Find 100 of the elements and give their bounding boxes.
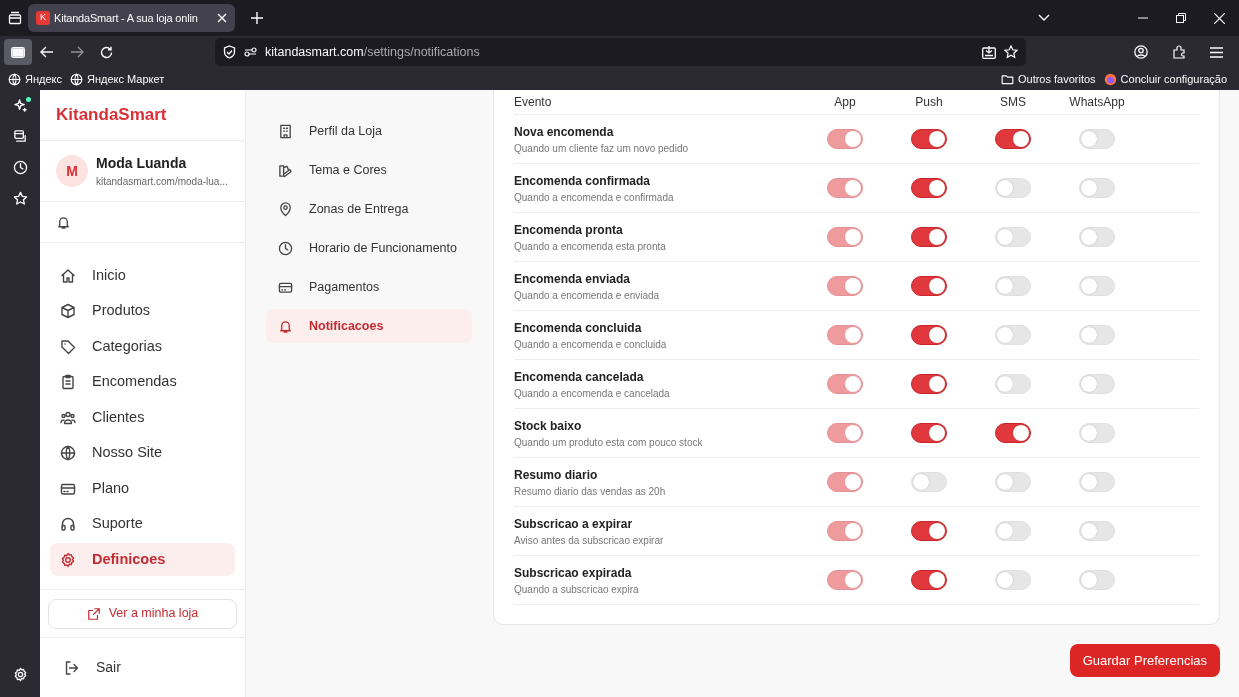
settings-nav-item[interactable]: Perfil da Loja bbox=[266, 114, 472, 148]
nav-item[interactable]: Definicoes bbox=[50, 543, 235, 576]
site-settings-icon[interactable] bbox=[244, 47, 257, 57]
event-description: Resumo diario das vendas as 20h bbox=[514, 484, 667, 499]
bell-icon[interactable] bbox=[56, 214, 71, 230]
toggle-switch[interactable] bbox=[995, 423, 1031, 443]
event-description: Quando um cliente faz um novo pedido bbox=[514, 141, 689, 156]
extensions-icon[interactable] bbox=[1172, 45, 1186, 59]
event-description: Quando a encomenda e concluida bbox=[514, 337, 668, 352]
tab-list-icon[interactable] bbox=[8, 11, 22, 25]
nav-item[interactable]: Clientes bbox=[50, 401, 235, 434]
bookmark-link[interactable]: Outros favoritos bbox=[1000, 70, 1096, 88]
new-tab-icon[interactable] bbox=[251, 12, 263, 24]
address-bar[interactable]: kitandasmart.com/settings/notifications bbox=[215, 38, 1026, 66]
history-icon[interactable] bbox=[12, 160, 28, 175]
store-avatar: M bbox=[56, 155, 88, 187]
sync-tabs-icon[interactable] bbox=[12, 129, 28, 144]
settings-nav-item[interactable]: Pagamentos bbox=[266, 270, 472, 304]
event-description: Quando a encomenda e confirmada bbox=[514, 190, 675, 205]
download-icon[interactable] bbox=[982, 45, 996, 59]
external-link-icon bbox=[86, 606, 101, 621]
tab-title: KitandaSmart - A sua loja onlin bbox=[54, 10, 199, 26]
close-icon[interactable] bbox=[1214, 12, 1225, 24]
url-text: kitandasmart.com/settings/notifications bbox=[265, 43, 480, 61]
settings-nav-item[interactable]: Zonas de Entrega bbox=[266, 192, 472, 226]
bookmark-label: Яндекс bbox=[25, 71, 62, 87]
event-description: Aviso antes da subscricao expirar bbox=[514, 533, 665, 548]
restore-icon[interactable] bbox=[1176, 13, 1186, 23]
star-icon[interactable] bbox=[12, 191, 28, 206]
column-header: Evento bbox=[514, 94, 553, 111]
bookmark-link[interactable]: Concluir configuração bbox=[1103, 70, 1227, 88]
chevron-down-icon[interactable] bbox=[1038, 14, 1050, 22]
building-icon bbox=[278, 123, 293, 139]
nav-item[interactable]: Encomendas bbox=[50, 365, 235, 399]
home-icon bbox=[60, 267, 76, 284]
globe-icon bbox=[70, 72, 83, 86]
event-title: Encomenda pronta bbox=[514, 221, 624, 239]
palette-icon bbox=[278, 162, 293, 178]
forward-icon bbox=[70, 46, 84, 58]
settings-nav-item[interactable]: Horario de Funcionamento bbox=[266, 231, 472, 265]
event-title: Encomenda confirmada bbox=[514, 172, 652, 190]
sidebar-toggle-icon[interactable] bbox=[4, 39, 32, 65]
browser-tab[interactable]: K KitandaSmart - A sua loja onlin bbox=[28, 4, 235, 32]
bookmark-label: Outros favoritos bbox=[1017, 71, 1096, 87]
toggle-switch[interactable] bbox=[911, 570, 947, 590]
close-icon[interactable] bbox=[217, 13, 227, 23]
toggle-switch[interactable] bbox=[911, 423, 947, 443]
bookmark-link[interactable]: Яндекс bbox=[8, 70, 62, 88]
event-title: Resumo diario bbox=[514, 466, 599, 484]
back-icon[interactable] bbox=[40, 46, 54, 58]
nav-item[interactable]: Nosso Site bbox=[50, 436, 235, 470]
browser-logo-icon bbox=[1103, 72, 1117, 86]
event-title: Subscricao a expirar bbox=[514, 515, 634, 533]
star-icon[interactable] bbox=[1004, 45, 1018, 59]
nav-item[interactable]: Categorias bbox=[50, 330, 235, 363]
bookmark-link[interactable]: Яндекс Маркет bbox=[70, 70, 165, 88]
nav-item[interactable]: Produtos bbox=[50, 294, 235, 328]
event-description: Quando um produto esta com pouco stock bbox=[514, 435, 704, 450]
reload-icon[interactable] bbox=[100, 45, 113, 59]
column-header: App bbox=[833, 94, 857, 111]
event-title: Encomenda enviada bbox=[514, 270, 632, 288]
menu-icon[interactable] bbox=[1210, 46, 1223, 58]
favicon-icon: K bbox=[36, 11, 50, 25]
toggle-switch[interactable] bbox=[911, 374, 947, 394]
logout-link[interactable]: Sair bbox=[56, 657, 121, 678]
toggle-switch[interactable] bbox=[911, 129, 947, 149]
event-title: Subscricao expirada bbox=[514, 564, 633, 582]
globe-icon bbox=[8, 72, 21, 86]
nav-item[interactable]: Plano bbox=[50, 472, 235, 505]
view-store-button[interactable]: Ver a minha loja bbox=[48, 598, 237, 629]
settings-icon[interactable] bbox=[12, 667, 28, 682]
brand-logo[interactable]: KitandaSmart bbox=[56, 102, 167, 128]
shield-icon[interactable] bbox=[223, 45, 236, 59]
tag-icon bbox=[60, 338, 76, 355]
toggle-switch[interactable] bbox=[911, 227, 947, 247]
sparkle-icon[interactable] bbox=[12, 98, 28, 113]
column-header: Push bbox=[914, 94, 944, 111]
settings-nav-item[interactable]: Tema e Cores bbox=[266, 153, 472, 187]
location-pin-icon bbox=[278, 201, 293, 217]
event-description: Quando a encomenda e enviada bbox=[514, 288, 661, 303]
clock-icon bbox=[278, 240, 293, 256]
event-description: Quando a encomenda esta pronta bbox=[514, 239, 667, 254]
globe-icon bbox=[60, 445, 76, 461]
nav-item[interactable]: Suporte bbox=[50, 507, 235, 541]
toggle-switch[interactable] bbox=[911, 521, 947, 541]
settings-nav-item[interactable]: Notificacoes bbox=[266, 309, 472, 343]
toggle-switch[interactable] bbox=[911, 178, 947, 198]
store-url: kitandasmart.com/moda-lua... bbox=[96, 175, 228, 189]
store-name: Moda Luanda bbox=[96, 154, 188, 173]
toggle-switch[interactable] bbox=[911, 325, 947, 345]
column-header: SMS bbox=[999, 94, 1027, 111]
nav-item[interactable]: Inicio bbox=[50, 259, 235, 292]
event-title: Encomenda cancelada bbox=[514, 368, 645, 386]
bell-icon bbox=[278, 318, 293, 334]
account-icon[interactable] bbox=[1134, 45, 1148, 59]
headset-icon bbox=[60, 516, 76, 532]
toggle-switch[interactable] bbox=[995, 129, 1031, 149]
toggle-switch[interactable] bbox=[911, 276, 947, 296]
save-button[interactable]: Guardar Preferencias bbox=[1069, 644, 1220, 677]
column-header: WhatsApp bbox=[1068, 94, 1126, 111]
